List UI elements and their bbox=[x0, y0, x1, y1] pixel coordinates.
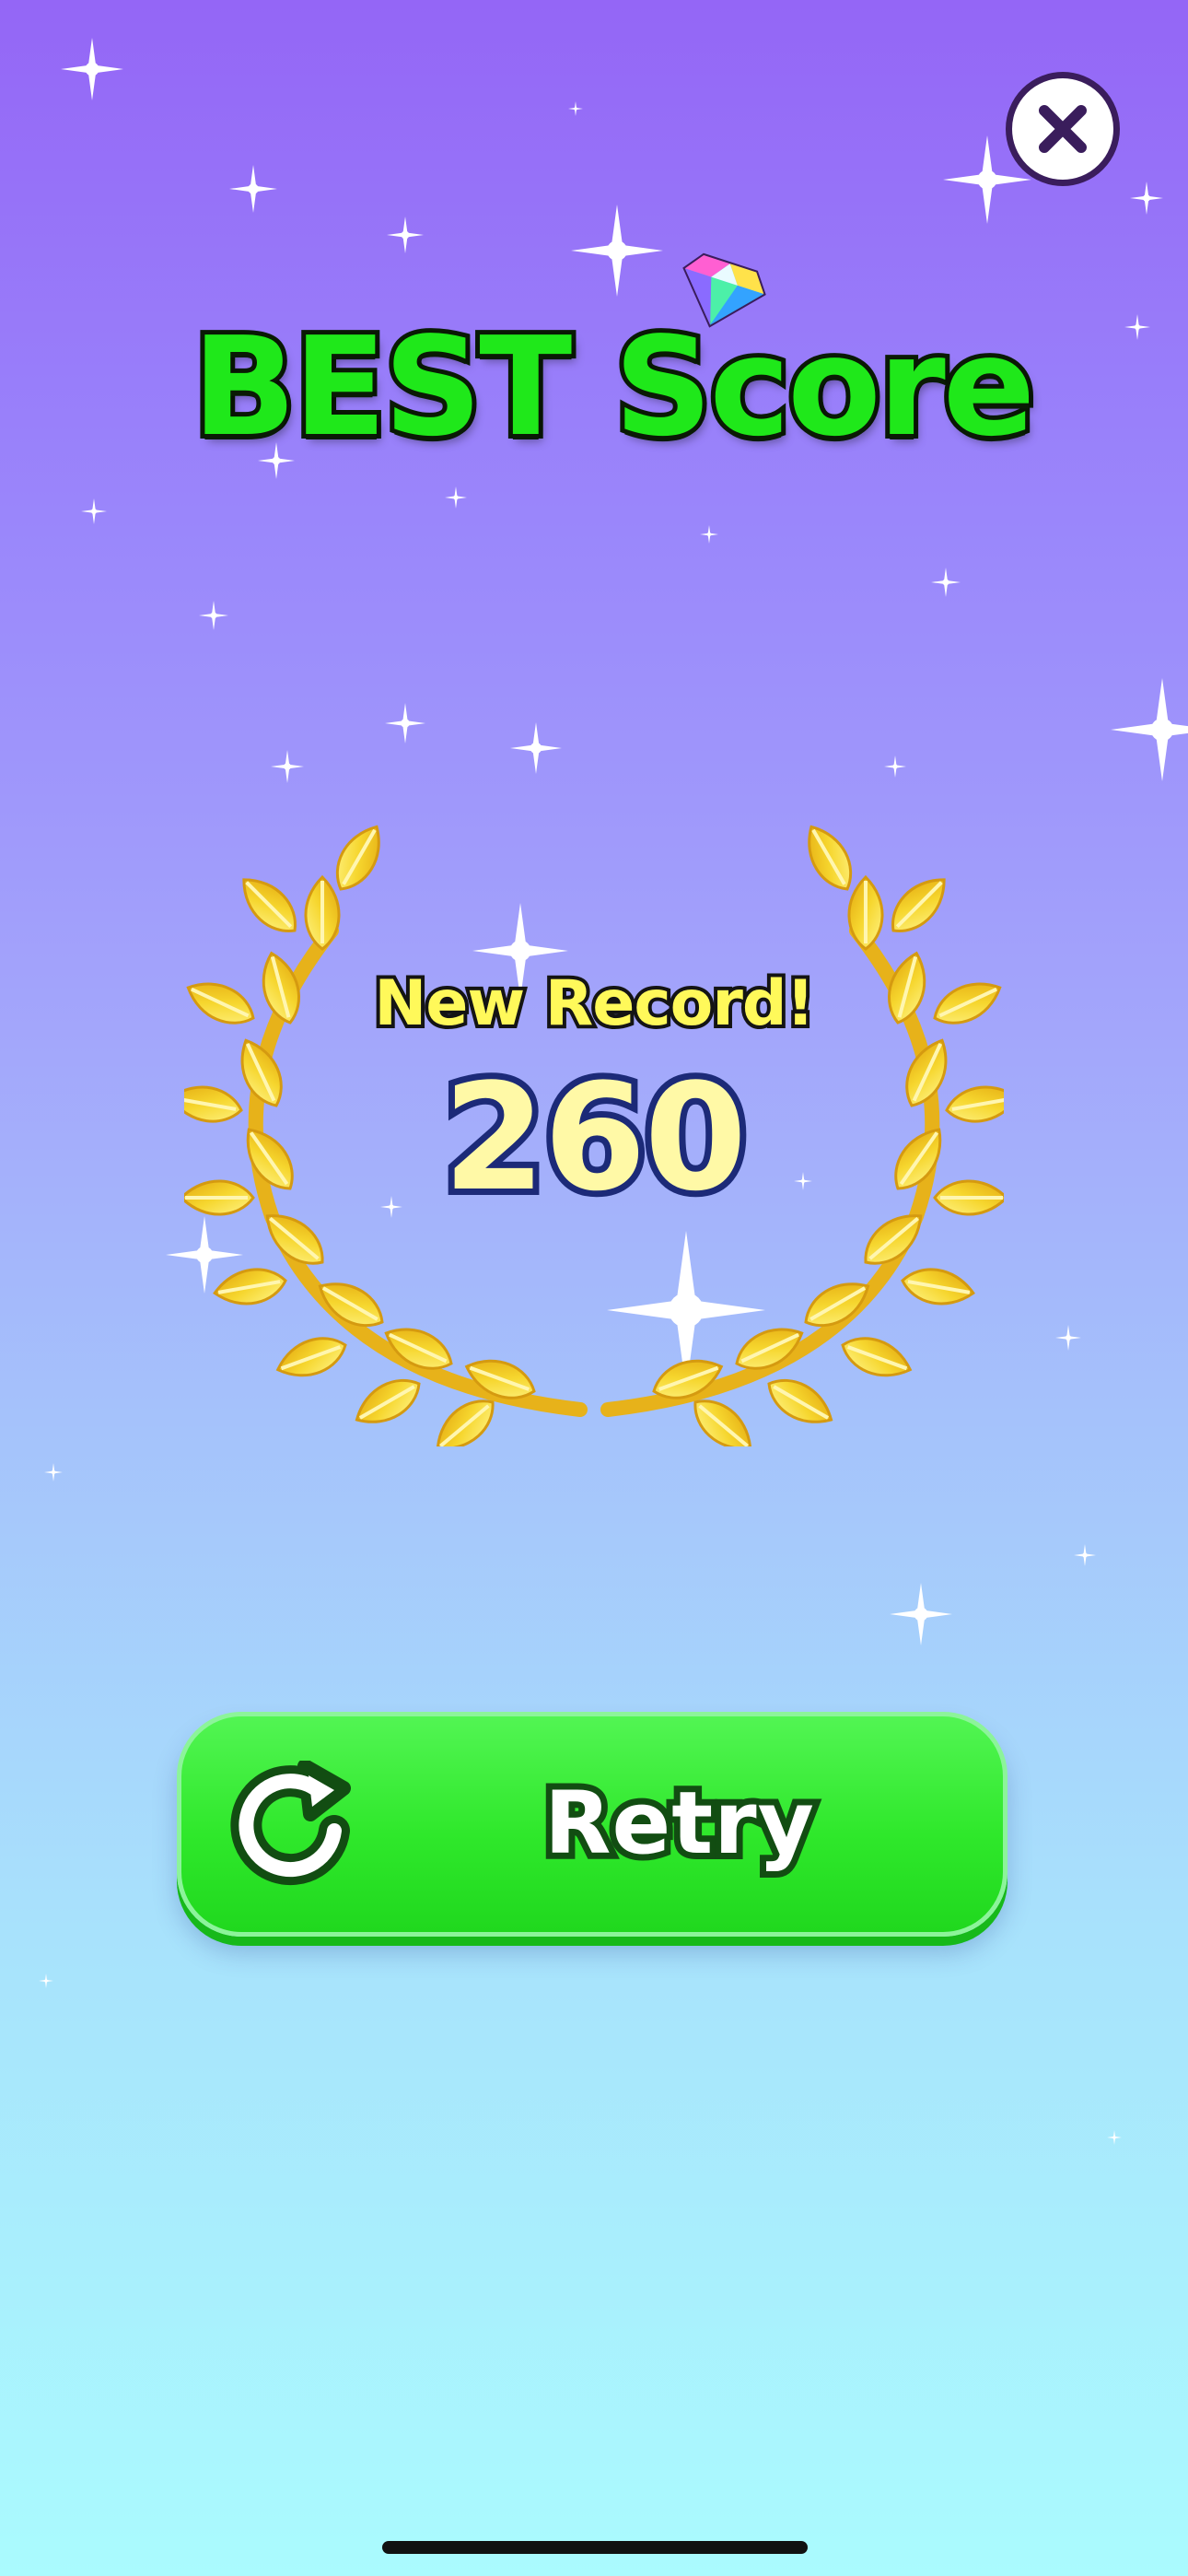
close-button[interactable] bbox=[1006, 72, 1120, 186]
title-area: BEST Score bbox=[0, 295, 1188, 479]
new-record-label: New Record! bbox=[370, 964, 818, 1044]
score-value: 260 bbox=[437, 1045, 753, 1230]
close-icon bbox=[1039, 105, 1087, 153]
gem-icon bbox=[682, 252, 766, 328]
page-title: BEST Score bbox=[188, 303, 1040, 471]
home-indicator[interactable] bbox=[382, 2541, 808, 2554]
retry-label: Retry bbox=[538, 1767, 821, 1880]
retry-button[interactable]: Retry bbox=[177, 1712, 1007, 1937]
